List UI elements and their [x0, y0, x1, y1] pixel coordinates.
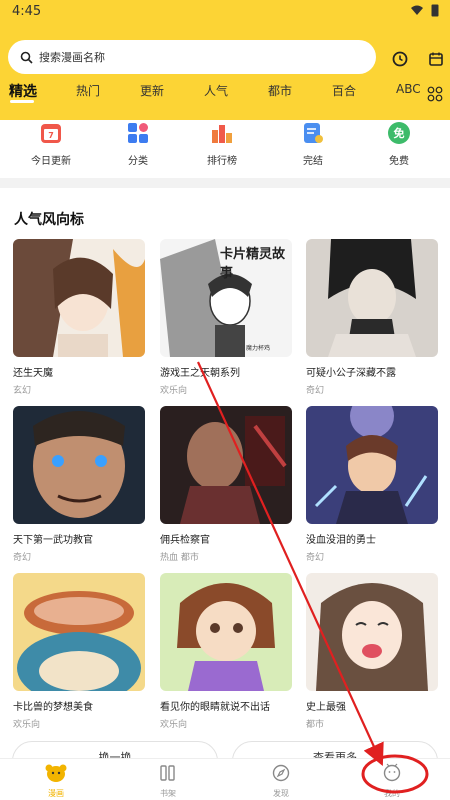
all-categories-icon[interactable] [427, 86, 443, 102]
status-bar: 4:45 [0, 0, 450, 24]
tab-abc[interactable]: ABC [396, 82, 421, 96]
search-bar[interactable]: 搜索漫画名称 [8, 40, 376, 74]
comic-title: 还生天魔 [13, 368, 53, 379]
comic-card[interactable]: 史上最强 都市 [306, 573, 438, 730]
comic-genre: 欢乐向 [160, 720, 188, 730]
comic-cover[interactable] [160, 573, 292, 691]
search-icon [20, 51, 33, 64]
free-badge-icon: 免 [388, 122, 410, 144]
comic-card[interactable]: 佣兵检察官 热血 都市 [160, 406, 292, 563]
comic-genre: 欢乐向 [160, 386, 188, 396]
nav-label: 书架 [160, 789, 176, 798]
comic-title: 天下第一武功教官 [13, 535, 93, 546]
quick-label: 分类 [128, 156, 148, 167]
comic-card[interactable]: 看见你的眼睛就说不出话 欢乐向 [160, 573, 292, 730]
comic-title: 史上最强 [306, 702, 346, 713]
quick-label: 免费 [389, 156, 409, 167]
compass-icon [272, 764, 290, 782]
nav-comics[interactable]: 漫画 [26, 763, 86, 799]
nav-bookshelf[interactable]: 书架 [138, 763, 198, 799]
svg-text:7: 7 [48, 131, 54, 140]
comic-cover[interactable] [306, 406, 438, 524]
tab-hot[interactable]: 热门 [76, 82, 100, 99]
comic-cover[interactable] [306, 573, 438, 691]
comic-title: 没血没泪的勇士 [306, 535, 376, 546]
checklist-icon [302, 122, 324, 144]
comic-genre: 欢乐向 [13, 720, 41, 730]
status-time: 4:45 [12, 4, 42, 19]
comic-card[interactable]: 可疑小公子深藏不露 奇幻 [306, 239, 438, 396]
nav-label: 漫画 [48, 789, 64, 798]
comic-genre: 奇幻 [13, 553, 32, 563]
history-icon[interactable] [391, 50, 409, 68]
comic-cover[interactable] [160, 406, 292, 524]
nav-profile[interactable]: 我的 [362, 763, 422, 799]
quick-label: 完结 [303, 156, 323, 167]
profile-icon [383, 763, 401, 782]
cover-author: 魔力杯鸡 [246, 345, 271, 352]
quick-entry-row: 7 今日更新 分类 排行榜 完结 免 免费 [0, 120, 450, 178]
comic-title: 可疑小公子深藏不露 [306, 368, 396, 379]
tab-popular[interactable]: 人气 [204, 82, 228, 99]
tab-urban[interactable]: 都市 [268, 82, 292, 99]
comic-card[interactable]: 没血没泪的勇士 奇幻 [306, 406, 438, 563]
tab-featured[interactable]: 精选 [9, 81, 37, 101]
comic-genre: 玄幻 [13, 386, 32, 396]
section-title: 人气风向标 [14, 212, 84, 228]
bear-icon [45, 764, 67, 782]
comic-cover[interactable] [13, 239, 145, 357]
category-tabs: 精选 热门 更新 人气 都市 百合 ABC [0, 82, 450, 104]
comic-genre: 奇幻 [306, 553, 325, 563]
nav-label: 发现 [273, 789, 289, 798]
comic-genre: 热血 都市 [160, 553, 199, 563]
popular-section: 人气风向标 还生天魔 玄幻 卡片精灵故事 魔力杯鸡 游戏王之天朝系列 欢乐向 可… [0, 188, 450, 781]
comic-title: 看见你的眼睛就说不出话 [160, 702, 270, 713]
comic-title: 佣兵检察官 [160, 535, 210, 546]
quick-label: 今日更新 [31, 156, 71, 167]
comic-cover[interactable] [13, 406, 145, 524]
battery-icon [431, 4, 439, 17]
ranking-icon [211, 122, 233, 144]
comic-title: 游戏王之天朝系列 [160, 368, 240, 379]
wifi-icon [411, 5, 423, 15]
comic-card[interactable]: 卡比兽的梦想美食 欢乐向 [13, 573, 145, 730]
quick-category[interactable]: 分类 [108, 122, 168, 167]
calendar-icon: 7 [40, 122, 62, 144]
comic-genre: 奇幻 [306, 386, 325, 396]
nav-discover[interactable]: 发现 [251, 763, 311, 799]
bookshelf-icon [160, 765, 175, 781]
active-tab-indicator [10, 100, 34, 103]
tab-yuri[interactable]: 百合 [332, 82, 356, 99]
quick-ranking[interactable]: 排行榜 [192, 122, 252, 167]
comic-card[interactable]: 卡片精灵故事 魔力杯鸡 游戏王之天朝系列 欢乐向 [160, 239, 292, 396]
quick-free[interactable]: 免 免费 [369, 122, 429, 167]
quick-label: 排行榜 [207, 156, 237, 167]
search-placeholder: 搜索漫画名称 [39, 51, 105, 64]
comic-card[interactable]: 还生天魔 玄幻 [13, 239, 145, 396]
bottom-nav: 漫画 书架 发现 我的 [0, 758, 450, 800]
comic-genre: 都市 [306, 720, 325, 730]
app-header: 4:45 搜索漫画名称 精选 热门 更新 人气 都市 百合 ABC [0, 0, 450, 120]
comic-card[interactable]: 天下第一武功教官 奇幻 [13, 406, 145, 563]
comic-cover[interactable]: 卡片精灵故事 魔力杯鸡 [160, 239, 292, 357]
comic-title: 卡比兽的梦想美食 [13, 702, 93, 713]
cover-lettering: 卡片精灵故事 [220, 247, 286, 281]
comic-cover[interactable] [306, 239, 438, 357]
calendar-icon[interactable] [427, 50, 445, 68]
grid-icon [127, 122, 149, 144]
nav-label: 我的 [384, 789, 400, 798]
tab-updates[interactable]: 更新 [140, 82, 164, 99]
comic-cover[interactable] [13, 573, 145, 691]
quick-today-update[interactable]: 7 今日更新 [21, 122, 81, 167]
quick-completed[interactable]: 完结 [283, 122, 343, 167]
